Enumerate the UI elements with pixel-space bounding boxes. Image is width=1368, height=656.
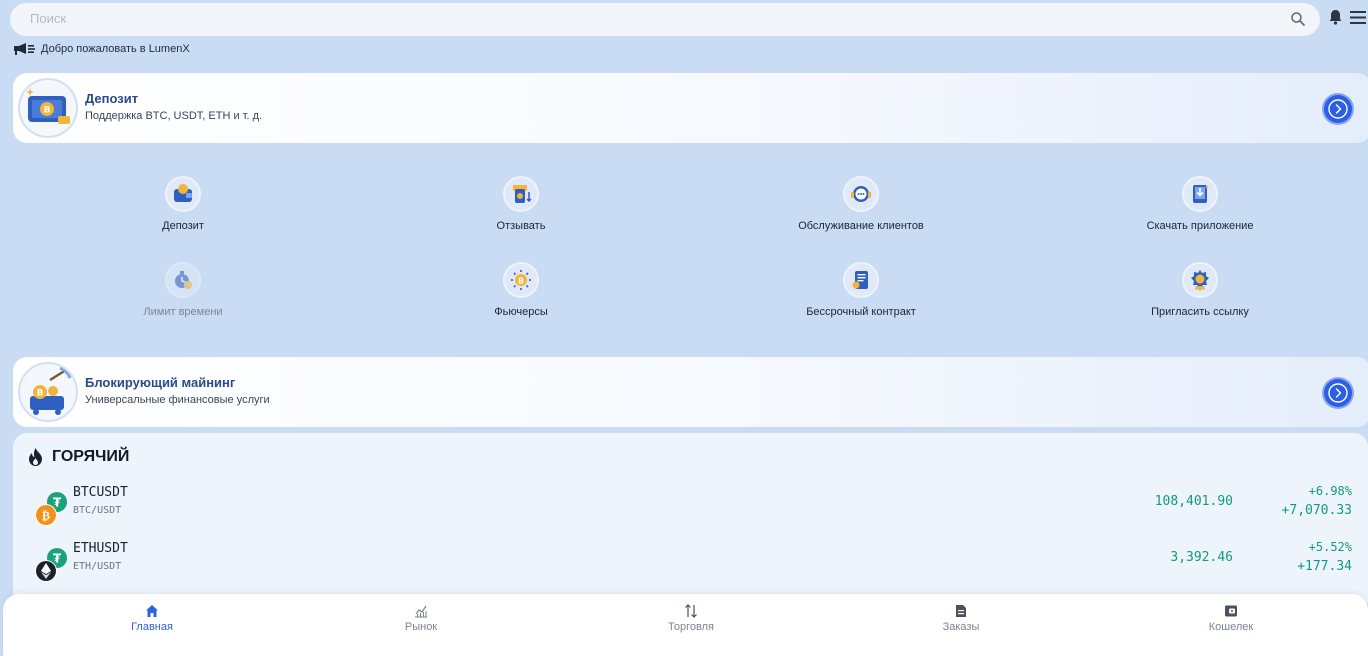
- market-percent-change: +5.52%: [1308, 540, 1352, 554]
- nav-trade[interactable]: Торговля: [611, 604, 771, 633]
- bottom-navigation: Главная Рынок Торговля Заказы Кошелек: [3, 594, 1368, 656]
- market-row-ethusdt[interactable]: ₮ ETHUSDT ETH/USDT 3,392.46 +5.52% +177.…: [13, 540, 1368, 585]
- welcome-text: Добро пожаловать в LumenX: [41, 43, 190, 55]
- feature-download-app[interactable]: Скачать приложение: [1060, 176, 1340, 232]
- svg-text:B: B: [44, 106, 51, 116]
- market-absolute-change: +177.34: [1297, 559, 1352, 574]
- search-input[interactable]: Поиск: [30, 11, 66, 26]
- market-percent-change: +6.98%: [1308, 484, 1352, 498]
- perpetual-contract-icon: [843, 262, 879, 298]
- invite-link-icon: [1182, 262, 1218, 298]
- feature-perpetual-contract[interactable]: Бессрочный контракт: [721, 262, 1001, 318]
- svg-text:B: B: [518, 277, 524, 286]
- mining-banner[interactable]: B Блокирующий майнинг Универсальные фина…: [13, 357, 1368, 427]
- feature-time-limit[interactable]: Лимит времени: [43, 262, 323, 318]
- market-absolute-change: +7,070.33: [1281, 503, 1352, 518]
- market-chart-icon: [415, 605, 427, 618]
- nav-label: Торговля: [668, 621, 714, 633]
- market-symbol: ETHUSDT: [73, 541, 128, 556]
- orders-document-icon: [956, 605, 966, 617]
- feature-label: Депозит: [162, 220, 204, 232]
- home-icon: [146, 605, 158, 617]
- search-icon[interactable]: [1290, 11, 1306, 27]
- feature-deposit[interactable]: Депозит: [43, 176, 323, 232]
- mining-banner-illustration: B: [20, 364, 76, 420]
- bitcoin-icon: ₮ ₿: [35, 492, 67, 526]
- feature-label: Отзывать: [496, 220, 546, 232]
- hot-section-title: ГОРЯЧИЙ: [52, 448, 130, 465]
- ethereum-icon: ₮: [35, 548, 67, 582]
- search-bar[interactable]: Поиск: [10, 3, 1320, 36]
- market-pair: BTC/USDT: [73, 505, 122, 516]
- hot-section-header: ГОРЯЧИЙ: [28, 448, 129, 466]
- fire-icon: [29, 448, 42, 466]
- nav-market[interactable]: Рынок: [341, 604, 501, 633]
- nav-orders[interactable]: Заказы: [881, 604, 1041, 633]
- feature-withdraw[interactable]: Отзывать: [381, 176, 661, 232]
- welcome-announcement[interactable]: Добро пожаловать в LumenX: [13, 41, 190, 57]
- chevron-right-icon: [1328, 99, 1348, 119]
- market-pair: ETH/USDT: [73, 561, 122, 572]
- nav-home[interactable]: Главная: [72, 604, 232, 633]
- feature-customer-service[interactable]: Обслуживание клиентов: [721, 176, 1001, 232]
- mining-banner-subtitle: Универсальные финансовые услуги: [85, 394, 270, 406]
- market-row-btcusdt[interactable]: ₮ ₿ BTCUSDT BTC/USDT 108,401.90 +6.98% +…: [13, 484, 1368, 529]
- wallet-icon: [1225, 605, 1237, 617]
- withdraw-icon: [503, 176, 539, 212]
- trade-arrows-icon: [685, 604, 697, 618]
- chevron-right-icon: [1328, 383, 1348, 403]
- feature-label: Фьючерсы: [494, 306, 548, 318]
- customer-service-icon: [843, 176, 879, 212]
- megaphone-icon: [14, 43, 35, 55]
- svg-text:₮: ₮: [53, 552, 62, 566]
- mining-banner-title: Блокирующий майнинг: [85, 375, 236, 390]
- svg-text:B: B: [37, 389, 44, 399]
- market-symbol: BTCUSDT: [73, 485, 128, 500]
- feature-label: Пригласить ссылку: [1151, 306, 1249, 318]
- nav-label: Заказы: [942, 621, 980, 633]
- market-price: 108,401.90: [1154, 494, 1233, 509]
- svg-text:₮: ₮: [53, 496, 62, 510]
- futures-icon: B: [503, 262, 539, 298]
- nav-label: Рынок: [404, 621, 438, 633]
- nav-label: Кошелек: [1208, 621, 1254, 633]
- bell-icon[interactable]: [1328, 9, 1343, 25]
- mining-banner-arrow-button[interactable]: [1324, 379, 1352, 407]
- time-limit-icon: [165, 262, 201, 298]
- deposit-banner-illustration: B: [20, 80, 76, 136]
- svg-text:₿: ₿: [42, 509, 50, 523]
- deposit-banner[interactable]: B Депозит Поддержка BTC, USDT, ETH и т. …: [13, 73, 1368, 143]
- nav-label: Главная: [131, 621, 173, 633]
- deposit-banner-subtitle: Поддержка BTC, USDT, ETH и т. д.: [85, 110, 263, 122]
- feature-invite-link[interactable]: Пригласить ссылку: [1060, 262, 1340, 318]
- feature-label: Обслуживание клиентов: [798, 220, 924, 232]
- feature-label: Лимит времени: [143, 306, 223, 318]
- menu-icon[interactable]: [1350, 11, 1366, 24]
- feature-label: Скачать приложение: [1146, 220, 1254, 232]
- deposit-banner-arrow-button[interactable]: [1324, 95, 1352, 123]
- market-price: 3,392.46: [1170, 550, 1233, 565]
- hot-market-section: ГОРЯЧИЙ ₮ ₿ BTCUSDT BTC/USDT 108,401.90 …: [13, 433, 1368, 603]
- download-app-icon: [1182, 176, 1218, 212]
- nav-wallet[interactable]: Кошелек: [1151, 604, 1311, 633]
- feature-label: Бессрочный контракт: [806, 306, 916, 318]
- feature-futures[interactable]: B Фьючерсы: [381, 262, 661, 318]
- deposit-banner-title: Депозит: [85, 91, 139, 106]
- deposit-wallet-icon: [165, 176, 201, 212]
